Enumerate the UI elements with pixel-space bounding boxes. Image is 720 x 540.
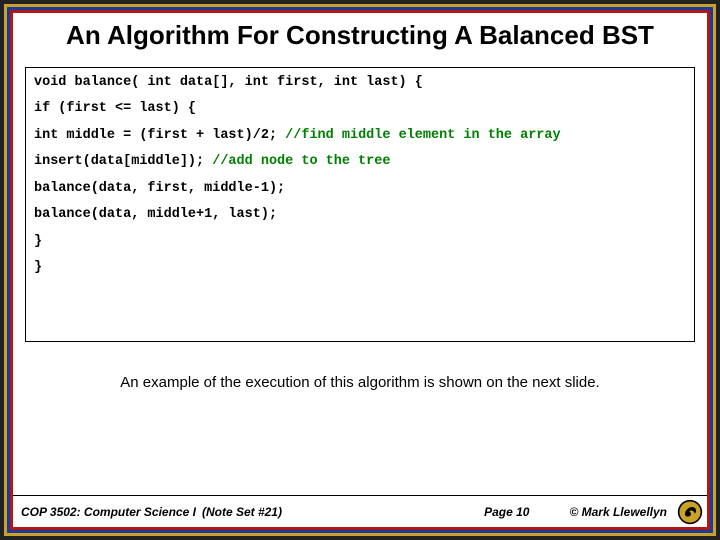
code-comment-2: //add node to the tree [212,154,390,169]
border-blue: An Algorithm For Constructing A Balanced… [7,7,713,533]
footer-note: (Note Set #21) [202,505,484,519]
slide-title: An Algorithm For Constructing A Balanced… [43,21,677,51]
footer-course: COP 3502: Computer Science I [21,505,196,519]
footer-copyright: © Mark Llewellyn [569,505,667,519]
code-line-4: insert(data[middle]); [34,154,212,169]
code-line-5: balance(data, first, middle-1); [34,181,285,196]
code-line-7: } [34,234,42,249]
footer-page: Page 10 [484,505,529,519]
code-box: void balance( int data[], int first, int… [25,67,695,342]
code-line-2: if (first <= last) { [34,101,196,116]
footer-bar: COP 3502: Computer Science I (Note Set #… [13,495,707,527]
caption-text: An example of the execution of this algo… [13,374,707,392]
code-line-1: void balance( int data[], int first, int… [34,75,423,90]
title-area: An Algorithm For Constructing A Balanced… [13,13,707,61]
code-comment-1: //find middle element in the array [285,128,560,143]
slide-outer-frame: An Algorithm For Constructing A Balanced… [0,0,720,540]
code-line-3: int middle = (first + last)/2; [34,128,285,143]
ucf-pegasus-logo [677,499,703,525]
border-red: An Algorithm For Constructing A Balanced… [10,10,710,530]
code-line-8: } [34,260,42,275]
code-line-6: balance(data, middle+1, last); [34,207,277,222]
slide-content: An Algorithm For Constructing A Balanced… [13,13,707,527]
border-gold: An Algorithm For Constructing A Balanced… [4,4,716,536]
